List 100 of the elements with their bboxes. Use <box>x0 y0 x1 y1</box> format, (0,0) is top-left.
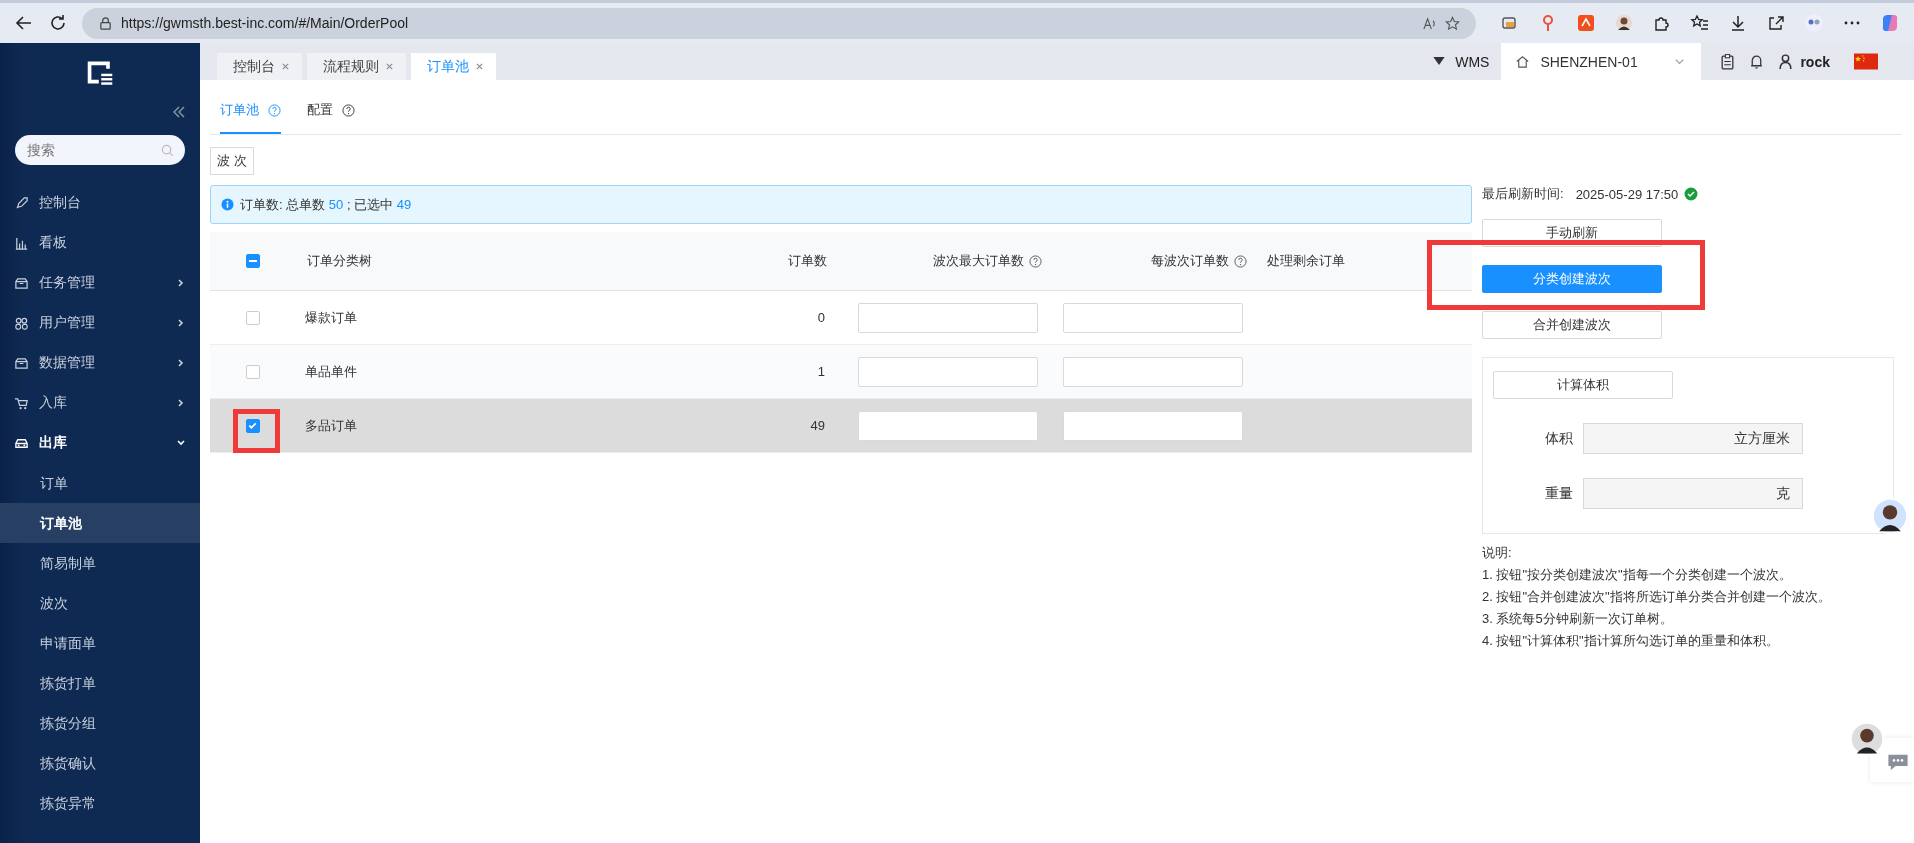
refresh-label: 最后刷新时间: <box>1482 185 1564 203</box>
help-icon <box>1234 254 1247 268</box>
nav-subitem[interactable]: 拣货异常 <box>0 783 200 823</box>
table-row[interactable]: 多品订单 49 <box>210 399 1472 453</box>
home-icon <box>1515 54 1531 69</box>
box-icon <box>14 355 29 371</box>
users-icon <box>14 315 29 331</box>
alert-text: 订单数: 总单数 50 ; 已选中 49 <box>240 195 412 214</box>
input-field[interactable] <box>857 410 1038 441</box>
bar-chart-icon <box>14 235 29 251</box>
table-cell-text: 爆款订单 <box>304 308 358 327</box>
table-cell-text: 49 <box>809 418 826 433</box>
nav-subitem[interactable]: 简易制单 <box>0 543 200 583</box>
nav-item[interactable]: 入库 <box>0 383 200 423</box>
close-icon[interactable] <box>475 62 484 71</box>
nav-item[interactable]: 任务管理 <box>0 263 200 303</box>
column-header: 每波次订单数 <box>1052 252 1257 270</box>
input-field[interactable] <box>857 302 1038 333</box>
system-name: WMS <box>1455 53 1490 70</box>
warehouse-select[interactable]: SHENZHEN-01 <box>1501 43 1702 80</box>
note-line: 3. 系统每5分钟刷新一次订单树。 <box>1482 610 1674 628</box>
wave-button[interactable]: 波 次 <box>210 147 254 175</box>
select-all-checkbox[interactable] <box>245 254 260 268</box>
address-bar[interactable]: https://gwmsth.best-inc.com/#/Main/OrderPool <box>82 7 1476 39</box>
close-icon[interactable] <box>281 62 290 71</box>
row-checkbox[interactable] <box>245 310 260 325</box>
table-row[interactable]: 爆款订单 0 <box>210 291 1472 345</box>
column-header: 订单分类树 <box>306 252 373 270</box>
row-checkbox[interactable] <box>245 364 260 379</box>
nav-item[interactable]: 出库 <box>0 423 200 463</box>
nav-item[interactable]: 用户管理 <box>0 303 200 343</box>
nav-item[interactable]: 数据管理 <box>0 343 200 383</box>
column-header: 订单数 <box>787 252 828 270</box>
url-text: https://gwmsth.best-inc.com/#/Main/OrderPool <box>121 15 409 31</box>
calc-button[interactable]: 计算体积 <box>1493 371 1673 399</box>
field-label: 重量 <box>1544 484 1574 503</box>
row-checkbox[interactable] <box>245 418 260 433</box>
nav-item[interactable]: 看板 <box>0 223 200 263</box>
help-icon <box>342 103 355 117</box>
logo-icon <box>85 58 115 86</box>
page-tab[interactable]: 流程规则 <box>307 53 406 80</box>
close-icon[interactable] <box>385 62 394 71</box>
read-aloud-icon[interactable] <box>1422 15 1437 31</box>
field-label: 体积 <box>1544 429 1574 448</box>
nav-subitem[interactable]: 波次 <box>0 583 200 623</box>
input-field[interactable] <box>1062 302 1243 333</box>
section-tab[interactable]: 配置 <box>307 101 355 134</box>
chat-icon[interactable] <box>1886 752 1910 772</box>
search-icon <box>160 143 175 158</box>
input-field[interactable] <box>857 356 1038 387</box>
copilot-icon[interactable] <box>1880 13 1900 33</box>
star-icon[interactable] <box>1445 15 1460 31</box>
flag-icon[interactable] <box>1854 53 1878 70</box>
cart-icon <box>14 395 29 411</box>
share-icon[interactable] <box>1766 13 1786 33</box>
profile-icon[interactable] <box>1804 13 1824 33</box>
refresh-time: 2025-05-29 17:50 <box>1575 186 1679 202</box>
page-tab[interactable]: 控制台 <box>217 53 302 80</box>
avatar-icon[interactable] <box>1614 13 1634 33</box>
nav-subitem[interactable]: 拣货打单 <box>0 663 200 703</box>
lock-icon <box>98 15 113 31</box>
caret-icon[interactable] <box>1433 57 1446 66</box>
user-name: rock <box>1800 53 1830 70</box>
assistant-avatar[interactable] <box>1872 498 1908 534</box>
table-row[interactable]: 单品单件 1 <box>210 345 1472 399</box>
nav-subitem[interactable]: 拣货分组 <box>0 703 200 743</box>
action-button[interactable]: 合并创建波次 <box>1482 311 1662 339</box>
extension-icon[interactable] <box>1576 13 1596 33</box>
help-icon <box>268 103 281 117</box>
note-line: 1. 按钮"按分类创建波次"指每一个分类创建一个波次。 <box>1482 566 1793 584</box>
nav-subitem[interactable]: 拣货确认 <box>0 743 200 783</box>
collapse-icon[interactable] <box>172 106 186 118</box>
tab-label: 订单池 <box>427 57 469 76</box>
readonly-field: 立方厘米 <box>1583 423 1803 454</box>
input-field[interactable] <box>1062 410 1243 441</box>
table-cell-text: 多品订单 <box>304 416 358 435</box>
search-field[interactable]: 搜索 <box>15 135 185 165</box>
help-icon <box>1029 254 1042 268</box>
nav-subitem[interactable]: 订单 <box>0 463 200 503</box>
note-line: 4. 按钮"计算体积"指计算所勾选订单的重量和体积。 <box>1482 632 1780 650</box>
tab-label: 流程规则 <box>323 57 379 76</box>
table-cell-text: 0 <box>816 310 826 325</box>
note-line: 2. 按钮"合并创建波次"指将所选订单分类合并创建一个波次。 <box>1482 588 1832 606</box>
nav-item[interactable]: 控制台 <box>0 183 200 223</box>
input-field[interactable] <box>1062 356 1243 387</box>
table-cell-text: 单品单件 <box>304 362 358 381</box>
info-icon <box>221 198 234 211</box>
nav-subitem[interactable]: 申请面单 <box>0 623 200 663</box>
favorites-icon[interactable] <box>1690 13 1710 33</box>
tab-label: 控制台 <box>233 57 275 76</box>
readonly-field: 克 <box>1583 478 1803 509</box>
table-cell-text: 1 <box>816 364 826 379</box>
assistant-avatar[interactable] <box>1850 722 1884 756</box>
column-header: 波次最大订单数 <box>847 252 1052 270</box>
refresh-icon[interactable] <box>48 13 68 33</box>
column-header: 处理剩余订单 <box>1266 252 1346 270</box>
nav-subitem[interactable]: 订单池 <box>0 503 200 543</box>
box-icon <box>14 275 29 291</box>
user-menu[interactable]: rock <box>1777 53 1830 70</box>
notes-title: 说明: <box>1482 544 1513 562</box>
